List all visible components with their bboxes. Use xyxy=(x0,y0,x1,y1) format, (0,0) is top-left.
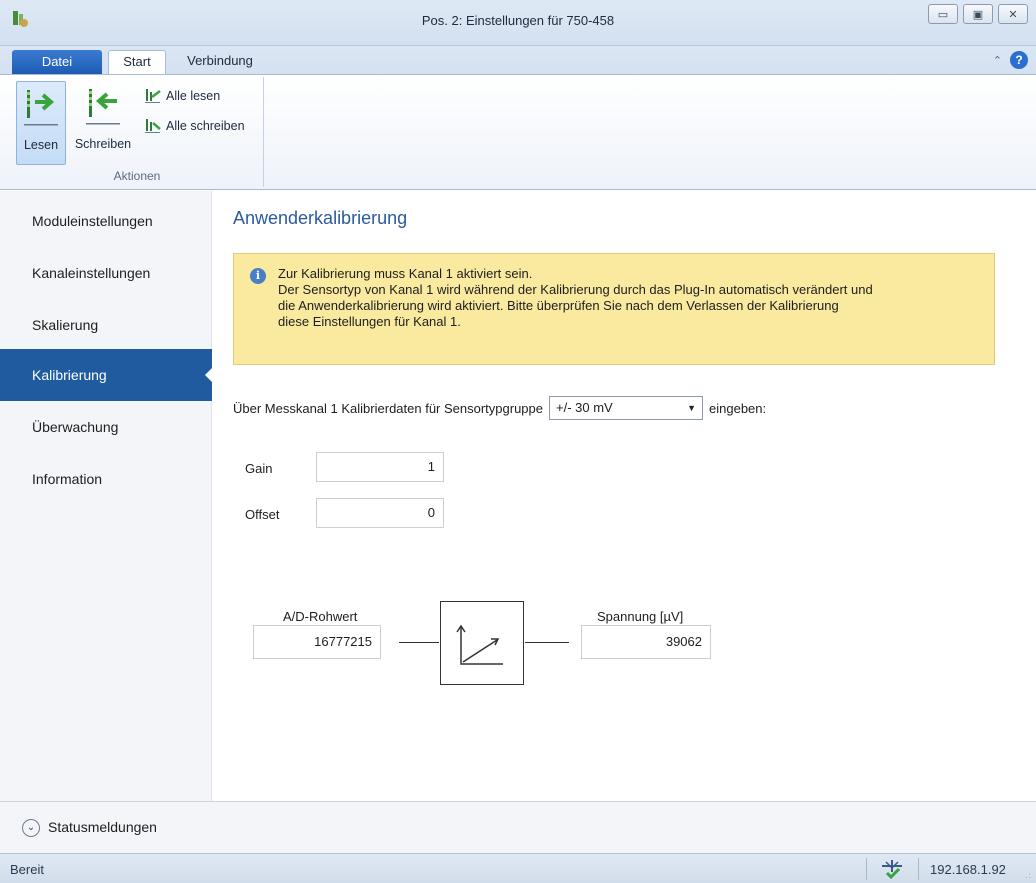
read-all-icon xyxy=(145,89,161,103)
linear-function-icon xyxy=(456,624,503,665)
status-ready: Bereit xyxy=(10,862,44,877)
status-bar: Bereit 192.168.1.92 .: xyxy=(0,853,1036,883)
status-separator xyxy=(866,858,867,880)
sensor-suffix-label: eingeben: xyxy=(709,400,767,416)
sensor-group-row: Über Messkanal 1 Kalibrierdaten für Sens… xyxy=(233,395,766,421)
alle-schreiben-label: Alle schreiben xyxy=(166,119,245,133)
info-line: Zur Kalibrierung muss Kanal 1 aktiviert … xyxy=(278,266,533,281)
maximize-button[interactable]: ▣ xyxy=(963,4,993,24)
minimize-button[interactable]: ▭ xyxy=(928,4,958,24)
status-messages-panel[interactable]: ⌄ Statusmeldungen xyxy=(0,801,1036,853)
info-icon: i xyxy=(250,268,266,284)
transfer-function-box xyxy=(440,601,524,685)
alle-schreiben-button[interactable]: Alle schreiben xyxy=(144,115,245,137)
gain-label: Gain xyxy=(245,461,273,476)
ribbon-collapse-icon[interactable]: ⌃ xyxy=(993,54,1002,67)
window-title: Pos. 2: Einstellungen für 750-458 xyxy=(421,13,615,28)
page-title: Anwenderkalibrierung xyxy=(233,208,408,228)
sidebar-item-information[interactable]: Information xyxy=(0,453,212,505)
tab-datei[interactable]: Datei xyxy=(12,50,102,74)
help-icon[interactable]: ? xyxy=(1010,51,1028,69)
info-line: diese Einstellungen für Kanal 1. xyxy=(278,314,461,329)
sidebar-item-moduleinstellungen[interactable]: Moduleinstellungen xyxy=(0,195,212,247)
gain-input[interactable]: 1 xyxy=(316,452,444,482)
tab-verbindung[interactable]: Verbindung xyxy=(172,50,268,74)
offset-label: Offset xyxy=(245,507,280,522)
info-line: Der Sensortyp von Kanal 1 wird während d… xyxy=(278,282,873,297)
voltage-label: Spannung [µV] xyxy=(597,609,684,624)
connector-line xyxy=(399,642,439,643)
tab-start[interactable]: Start xyxy=(108,50,166,74)
sidebar: Moduleinstellungen Kanaleinstellungen Sk… xyxy=(0,191,213,801)
close-button[interactable]: ✕ xyxy=(998,4,1028,24)
raw-value-field: 16777215 xyxy=(253,625,381,659)
alle-lesen-label: Alle lesen xyxy=(166,89,221,103)
lesen-button[interactable]: Lesen xyxy=(16,81,66,165)
ribbon-tabs: Datei Start Verbindung ⌃ ? xyxy=(0,46,1036,74)
write-icon xyxy=(86,89,120,125)
title-bar: Pos. 2: Einstellungen für 750-458 ▭ ▣ ✕ xyxy=(0,0,1036,46)
sidebar-item-ueberwachung[interactable]: Überwachung xyxy=(0,401,212,453)
lesen-label: Lesen xyxy=(23,138,59,152)
ribbon-group-aktionen: Lesen Schreiben Alle lesen Alle schreibe… xyxy=(10,77,264,187)
sidebar-item-kalibrierung[interactable]: Kalibrierung xyxy=(0,349,213,401)
sensor-prefix-label: Über Messkanal 1 Kalibrierdaten für Sens… xyxy=(233,400,544,416)
connector-line xyxy=(525,642,569,643)
network-connection-icon xyxy=(878,858,906,883)
offset-input[interactable]: 0 xyxy=(316,498,444,528)
voltage-field: 39062 xyxy=(581,625,711,659)
status-messages-label: Statusmeldungen xyxy=(48,819,157,835)
read-icon xyxy=(24,90,58,126)
resize-grip-icon[interactable]: .: xyxy=(1026,871,1032,880)
sensor-group-value: +/- 30 mV xyxy=(556,400,613,415)
ribbon-body: Lesen Schreiben Alle lesen Alle schreibe… xyxy=(0,74,1036,190)
info-box: i Zur Kalibrierung muss Kanal 1 aktivier… xyxy=(233,253,995,365)
sidebar-item-skalierung[interactable]: Skalierung xyxy=(0,299,212,351)
sensor-group-select[interactable]: +/- 30 mV ▼ xyxy=(549,396,704,420)
status-separator xyxy=(918,858,919,880)
group-label-aktionen: Aktionen xyxy=(113,169,161,183)
schreiben-button[interactable]: Schreiben xyxy=(68,81,138,165)
info-line: die Anwenderkalibrierung wird aktiviert.… xyxy=(278,298,839,313)
chevron-down-icon: ▼ xyxy=(687,403,697,413)
alle-lesen-button[interactable]: Alle lesen xyxy=(144,85,220,107)
ip-address: 192.168.1.92 xyxy=(930,862,1006,877)
sidebar-item-kanaleinstellungen[interactable]: Kanaleinstellungen xyxy=(0,247,212,299)
schreiben-label: Schreiben xyxy=(74,137,132,151)
raw-value-label: A/D-Rohwert xyxy=(283,609,358,624)
expand-chevron-icon[interactable]: ⌄ xyxy=(22,819,40,837)
main-panel: Anwenderkalibrierung i Zur Kalibrierung … xyxy=(213,191,1036,801)
write-all-icon xyxy=(145,119,161,133)
